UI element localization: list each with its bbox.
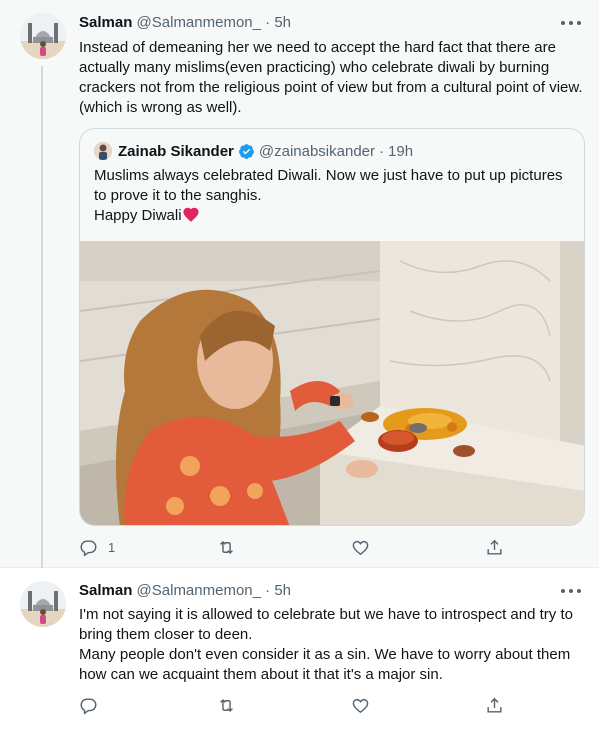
tweet-text: I'm not saying it is allowed to celebrat… [79, 605, 584, 685]
tweet-header: Salman @Salmanmemon_ · 5h [79, 582, 291, 599]
tweet-2[interactable]: Salman @Salmanmemon_ · 5h I'm not saying… [0, 569, 599, 733]
tweet-actions: 1 [79, 538, 519, 558]
more-icon[interactable] [561, 583, 581, 599]
quoted-photo[interactable] [80, 241, 585, 526]
like-button[interactable] [351, 696, 370, 715]
share-button[interactable] [485, 696, 504, 715]
share-button[interactable] [485, 538, 504, 557]
separator: · [379, 142, 385, 160]
quote-text-line-2: Happy Diwali [94, 206, 574, 226]
more-icon[interactable] [561, 15, 581, 31]
like-icon [352, 698, 369, 714]
timestamp[interactable]: 5h [274, 582, 291, 599]
author-handle[interactable]: @Salmanmemon_ [137, 14, 261, 31]
separator: · [265, 582, 271, 599]
tweet-text: Instead of demeaning her we need to acce… [79, 39, 583, 116]
heart-emoji-icon [182, 207, 199, 222]
like-button[interactable] [351, 538, 370, 557]
reply-icon [80, 698, 97, 715]
quote-author-name[interactable]: Zainab Sikander [118, 143, 234, 160]
reply-icon [80, 540, 97, 557]
tweet-header: Salman @Salmanmemon_ · 5h [79, 14, 291, 31]
quote-header: Zainab Sikander @zainabsikander · 19h [94, 142, 413, 160]
reply-button[interactable]: 1 [79, 538, 115, 557]
author-name[interactable]: Salman [79, 582, 132, 599]
retweet-icon [220, 698, 233, 713]
quote-greeting: Happy Diwali [94, 207, 182, 224]
avatar[interactable] [20, 13, 66, 59]
author-name[interactable]: Salman [79, 14, 132, 31]
tweet-text-paragraph-1: I'm not saying it is allowed to celebrat… [79, 606, 573, 643]
avatar[interactable] [20, 581, 66, 627]
author-handle[interactable]: @Salmanmemon_ [137, 582, 261, 599]
share-icon [487, 539, 502, 555]
quote-author-handle[interactable]: @zainabsikander [259, 143, 375, 160]
like-icon [352, 540, 369, 556]
quote-text-line-1: Muslims always celebrated Diwali. Now we… [94, 167, 563, 204]
quote-text: Muslims always celebrated Diwali. Now we… [94, 166, 574, 226]
tweet-1[interactable]: Salman @Salmanmemon_ · 5h Instead of dem… [0, 0, 599, 568]
tweet-text-paragraph-2: Many people don't even consider it as a … [79, 646, 571, 683]
reply-button[interactable] [79, 696, 98, 715]
timestamp[interactable]: 5h [274, 14, 291, 31]
retweet-button[interactable] [217, 538, 236, 557]
share-icon [487, 697, 502, 713]
quote-timestamp[interactable]: 19h [388, 143, 413, 160]
thread-line [41, 66, 43, 568]
retweet-icon [220, 540, 233, 555]
quoted-tweet[interactable]: Zainab Sikander @zainabsikander · 19h Mu… [79, 128, 585, 526]
tweet-actions [79, 696, 519, 716]
quote-avatar[interactable] [94, 142, 112, 160]
verified-icon [238, 143, 254, 159]
retweet-button[interactable] [217, 696, 236, 715]
reply-count: 1 [108, 540, 116, 555]
separator: · [265, 14, 271, 31]
